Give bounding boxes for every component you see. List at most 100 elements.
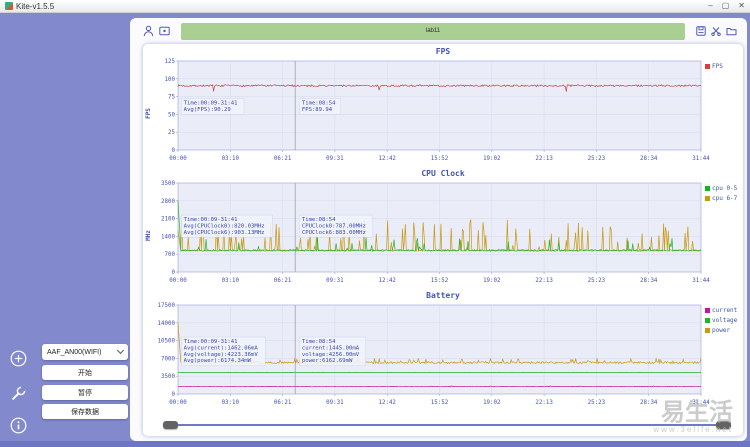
slider-handle-right[interactable]: [716, 421, 731, 429]
label-bar[interactable]: lab11: [181, 22, 685, 40]
svg-text:Time:00:09-31:41: Time:00:09-31:41: [184, 217, 238, 223]
svg-text:15:52: 15:52: [431, 278, 448, 284]
svg-text:25: 25: [168, 130, 175, 136]
battery-chart-title: Battery: [426, 291, 460, 300]
svg-text:19:02: 19:02: [483, 278, 500, 284]
svg-text:Avg(CPUClock6):903.13MHz: Avg(CPUClock6):903.13MHz: [184, 230, 265, 236]
svg-text:CPUClock6:883.00MHz: CPUClock6:883.00MHz: [302, 230, 366, 236]
legend-swatch: [705, 64, 710, 69]
cpu-legend: cpu 0-5 cpu 6-7: [705, 180, 743, 290]
plus-circle-icon[interactable]: [10, 350, 27, 367]
main-panel: lab11 FPS FPS 00:00 03:10 06:21 09:31 12…: [130, 18, 747, 441]
main-header: lab11: [130, 18, 747, 44]
start-button[interactable]: 开始: [42, 365, 128, 380]
svg-text:19:02: 19:02: [483, 400, 500, 406]
charts-card: FPS FPS 00:00 03:10 06:21 09:31 12:42 15:52 19…: [143, 44, 743, 436]
svg-text:Avg(power):6174.34mW: Avg(power):6174.34mW: [184, 358, 252, 364]
svg-text:2100: 2100: [161, 217, 175, 223]
svg-text:06:21: 06:21: [274, 156, 292, 162]
svg-text:00:00: 00:00: [169, 156, 187, 162]
person-icon[interactable]: [143, 25, 154, 37]
svg-text:1400: 1400: [161, 234, 175, 240]
time-range-slider[interactable]: [163, 421, 731, 430]
wrench-icon[interactable]: [10, 385, 27, 402]
svg-text:Time:08:54: Time:08:54: [302, 217, 336, 223]
svg-text:700: 700: [165, 252, 176, 258]
info-circle-icon[interactable]: [10, 417, 27, 434]
legend-label: voltage: [712, 317, 738, 324]
legend-label: current: [712, 307, 738, 314]
minimize-button[interactable]: –: [708, 0, 712, 12]
chevron-down-icon: [116, 346, 125, 355]
svg-text:25:23: 25:23: [588, 400, 606, 406]
svg-text:09:31: 09:31: [326, 156, 344, 162]
app-window: Kite-v1.5.5 – ▢ ✕ AAF_AN00(WIFI) 开始 暂停 保…: [0, 0, 750, 447]
legend-item: current: [705, 307, 743, 314]
svg-text:14000: 14000: [158, 321, 176, 327]
save-icon[interactable]: [696, 26, 706, 36]
svg-text:25:23: 25:23: [588, 278, 606, 284]
svg-text:28:34: 28:34: [640, 400, 658, 406]
svg-text:7000: 7000: [161, 356, 175, 362]
fps-chart-title: FPS: [435, 47, 451, 56]
label-bar-text: lab11: [425, 28, 441, 34]
legend-label: cpu 6-7: [712, 195, 738, 202]
fps-y-axis-label: FPS: [145, 107, 152, 119]
svg-text:current:1445.00mA: current:1445.00mA: [302, 345, 360, 351]
svg-text:voltage:4256.00mV: voltage:4256.00mV: [302, 352, 360, 358]
pause-button[interactable]: 暂停: [42, 385, 128, 400]
svg-text:03:10: 03:10: [222, 400, 240, 406]
svg-text:Time:08:54: Time:08:54: [302, 339, 336, 345]
svg-text:15:52: 15:52: [431, 400, 448, 406]
battery-plot-area[interactable]: 00:00 03:10 06:21 09:31 12:42 15:52 19:02 22:13…: [154, 302, 711, 412]
svg-text:75: 75: [168, 95, 175, 101]
svg-text:50: 50: [168, 112, 175, 118]
svg-text:25:23: 25:23: [588, 156, 606, 162]
svg-text:22:13: 22:13: [535, 400, 553, 406]
titlebar: Kite-v1.5.5 – ▢ ✕: [0, 0, 750, 13]
svg-text:3500: 3500: [161, 374, 175, 380]
svg-text:power:6162.69mW: power:6162.69mW: [302, 358, 353, 364]
legend-item: voltage: [705, 317, 743, 324]
svg-text:Avg(FPS):90.29: Avg(FPS):90.29: [184, 107, 231, 113]
legend-swatch: [705, 308, 710, 313]
svg-text:CPUClock0:787.00MHz: CPUClock0:787.00MHz: [302, 223, 366, 229]
legend-label: cpu 0-5: [712, 185, 738, 192]
slider-handle-left[interactable]: [163, 421, 178, 429]
save-data-button[interactable]: 保存数据: [42, 404, 128, 419]
svg-text:Avg(CPUClock0):820.03MHz: Avg(CPUClock0):820.03MHz: [184, 223, 265, 229]
svg-text:28:34: 28:34: [640, 156, 658, 162]
svg-text:28:34: 28:34: [640, 278, 658, 284]
svg-text:Avg(voltage):4223.36mV: Avg(voltage):4223.36mV: [184, 352, 259, 358]
device-select-value: AAF_AN00(WIFI): [47, 348, 102, 356]
legend-item: cpu 6-7: [705, 195, 743, 202]
legend-swatch: [705, 196, 710, 201]
svg-text:12:42: 12:42: [378, 278, 395, 284]
cpu-plot-area[interactable]: 00:00 03:10 06:21 09:31 12:42 15:52 19:02 22:13…: [154, 180, 710, 290]
sidebar: AAF_AN00(WIFI) 开始 暂停 保存数据: [0, 13, 130, 441]
svg-text:12:42: 12:42: [378, 400, 395, 406]
svg-text:22:13: 22:13: [535, 278, 553, 284]
svg-text:15:52: 15:52: [431, 156, 448, 162]
fps-plot-area[interactable]: 00:00 03:10 06:21 09:31 12:42 15:52 19:02 22:13…: [154, 58, 711, 168]
svg-text:09:31: 09:31: [326, 400, 344, 406]
bottom-strip: [0, 441, 750, 447]
cpu-clock-chart: CPU Clock MHz 00:00 03:10 06:21 09:31 12:42 1…: [143, 168, 743, 290]
scissors-icon[interactable]: [711, 26, 721, 36]
svg-text:09:31: 09:31: [326, 278, 344, 284]
legend-swatch: [705, 186, 710, 191]
screen-icon[interactable]: [159, 26, 170, 36]
slider-track[interactable]: [165, 424, 729, 426]
fps-legend: FPS: [705, 58, 743, 168]
svg-text:00:00: 00:00: [169, 400, 187, 406]
svg-text:00:00: 00:00: [169, 278, 187, 284]
legend-item: FPS: [705, 63, 743, 70]
battery-legend: current voltage power: [705, 302, 743, 412]
cpu-clock-chart-title: CPU Clock: [421, 169, 465, 178]
svg-text:03:10: 03:10: [222, 156, 240, 162]
folder-icon[interactable]: [726, 26, 737, 36]
close-button[interactable]: ✕: [738, 0, 745, 12]
device-select[interactable]: AAF_AN00(WIFI): [42, 344, 128, 360]
legend-item: cpu 0-5: [705, 185, 743, 192]
maximize-button[interactable]: ▢: [722, 0, 730, 12]
